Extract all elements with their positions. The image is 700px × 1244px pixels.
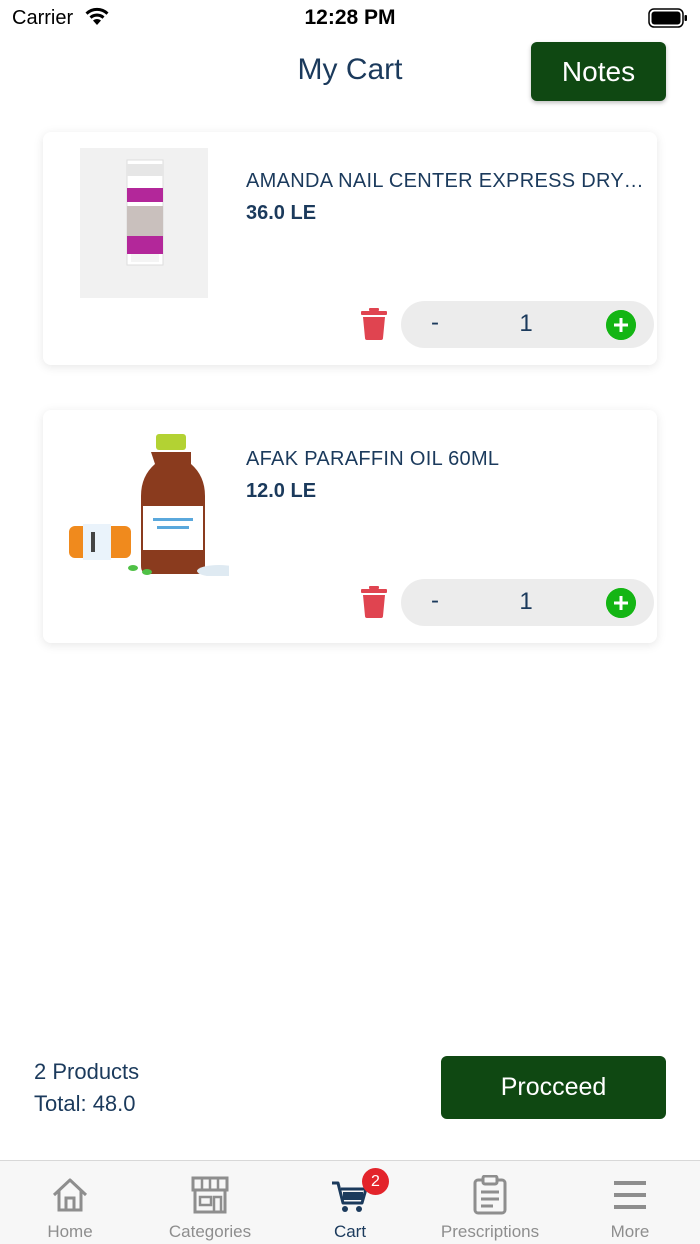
tab-categories[interactable]: Categories: [140, 1161, 280, 1244]
cart-item: AMANDA NAIL CENTER EXPRESS DRY DROPS 36.…: [43, 132, 657, 365]
decrement-button[interactable]: -: [431, 309, 439, 337]
tab-label: Home: [47, 1222, 93, 1241]
tab-label: Cart: [333, 1222, 367, 1241]
quantity-value: 1: [519, 310, 533, 337]
quantity-stepper: - 1: [401, 579, 654, 626]
notes-button[interactable]: Notes: [531, 42, 666, 101]
tab-cart[interactable]: Cart: [280, 1161, 420, 1244]
increment-button[interactable]: [606, 310, 636, 340]
cart-badge: 2: [362, 1168, 389, 1195]
product-image: [69, 434, 229, 576]
product-price: 36.0 LE: [246, 202, 317, 224]
menu-icon: [614, 1181, 646, 1209]
tab-more[interactable]: More: [560, 1161, 700, 1244]
status-bar: Carrier 12:28 PM: [0, 0, 700, 36]
decrement-button[interactable]: -: [431, 587, 439, 615]
product-image: [80, 148, 208, 298]
clipboard-icon: [473, 1175, 507, 1215]
tab-prescriptions[interactable]: Prescriptions: [420, 1161, 560, 1244]
trash-icon[interactable]: [361, 586, 387, 618]
store-icon: [191, 1176, 229, 1214]
tab-label: More: [610, 1222, 650, 1241]
proceed-button[interactable]: Procceed: [441, 1056, 666, 1119]
cart-item: AFAK PARAFFIN OIL 60ML 12.0 LE - 1: [43, 410, 657, 643]
tab-label: Prescriptions: [440, 1222, 540, 1241]
trash-icon[interactable]: [361, 308, 387, 340]
quantity-value: 1: [519, 588, 533, 615]
product-name: AFAK PARAFFIN OIL 60ML: [246, 448, 500, 470]
product-price: 12.0 LE: [246, 480, 317, 502]
clock: 12:28 PM: [304, 6, 396, 29]
products-count: 2 Products: [34, 1059, 140, 1084]
tab-bar: Home Categories Cart Prescriptions More: [0, 1160, 700, 1244]
quantity-stepper: - 1: [401, 301, 654, 348]
battery-icon: [648, 8, 687, 28]
tab-label: Categories: [168, 1222, 252, 1241]
home-icon: [52, 1178, 88, 1212]
product-name: AMANDA NAIL CENTER EXPRESS DRY DROPS: [246, 170, 646, 192]
tab-home[interactable]: Home: [0, 1161, 140, 1244]
cart-total: Total: 48.0: [34, 1091, 136, 1116]
increment-button[interactable]: [606, 588, 636, 618]
